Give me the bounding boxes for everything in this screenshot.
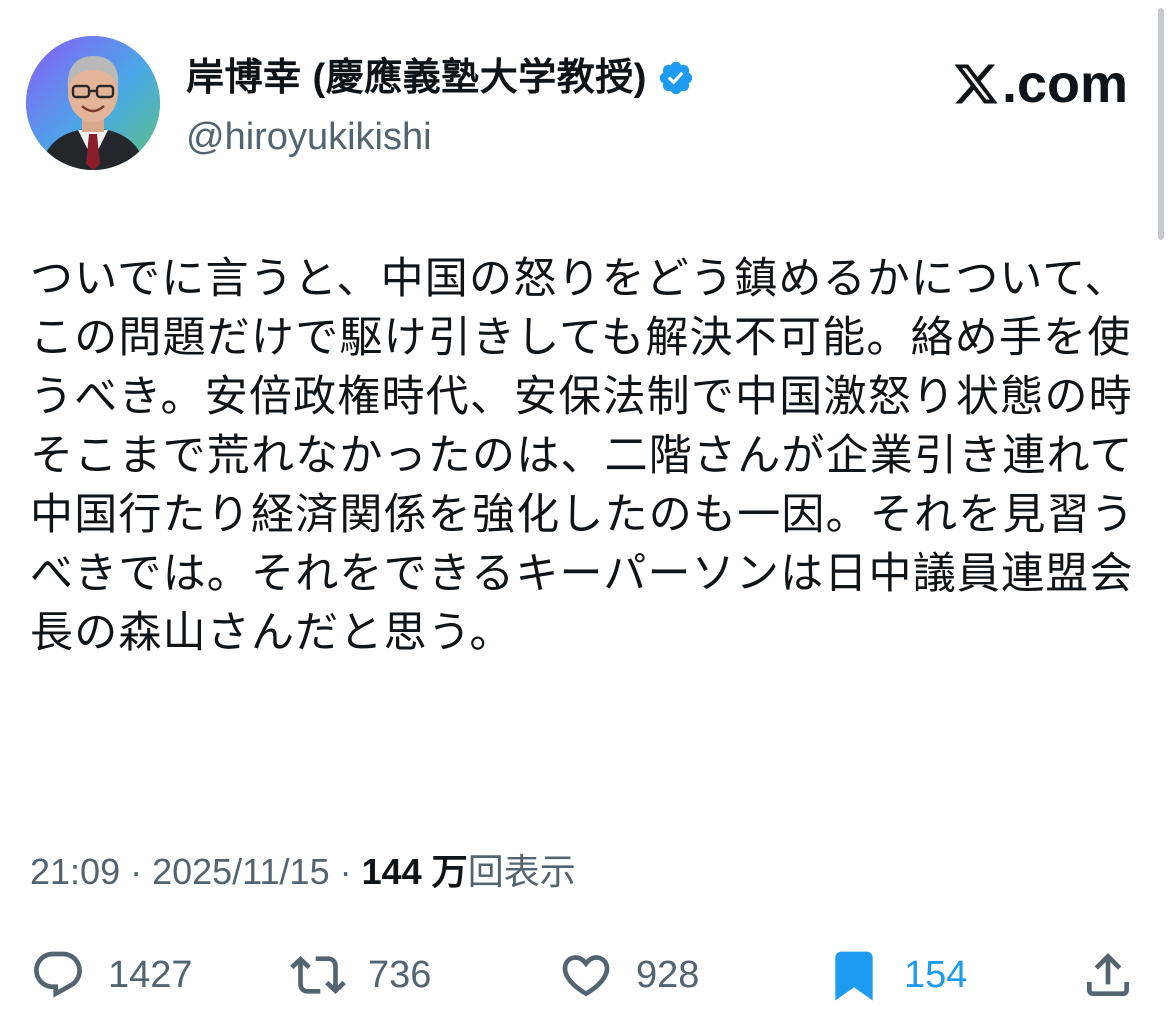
meta-separator: · <box>329 851 362 892</box>
views-label: 回表示 <box>467 851 576 892</box>
tweet-header: 岸博幸 (慶應義塾大学教授) @hiroyukikishi .com <box>26 36 1144 176</box>
like-count: 928 <box>636 954 700 996</box>
author-name-row: 岸博幸 (慶應義塾大学教授) <box>186 50 695 106</box>
author-display-name[interactable]: 岸博幸 (慶應義塾大学教授) <box>186 53 647 103</box>
tweet-time[interactable]: 21:09 <box>30 851 120 892</box>
x-logo-text: .com <box>1001 54 1128 114</box>
avatar[interactable] <box>26 36 160 170</box>
views-count: 144 万 <box>361 851 468 892</box>
avatar-portrait-icon <box>26 36 160 170</box>
bookmark-icon <box>835 951 873 1001</box>
reply-count: 1427 <box>108 954 193 996</box>
meta-separator: · <box>120 851 153 892</box>
tweet-text: ついでに言うと、中国の怒りをどう鎮めるかについて、この問題だけで駆け引きしても解… <box>30 255 1135 657</box>
reply-icon <box>34 951 82 998</box>
repost-icon <box>290 956 346 994</box>
bookmark-count: 154 <box>904 954 968 996</box>
like-button[interactable]: 928 <box>558 940 699 1010</box>
share-icon <box>1087 953 1129 996</box>
verified-badge-icon[interactable] <box>657 59 695 97</box>
scroll-indicator[interactable] <box>1158 8 1164 240</box>
repost-button[interactable]: 736 <box>290 940 431 1010</box>
bookmark-button[interactable]: 154 <box>826 940 967 1010</box>
tweet-date[interactable]: 2025/11/15 <box>152 851 330 892</box>
x-com-logo: .com <box>952 54 1128 114</box>
author-handle[interactable]: @hiroyukikishi <box>186 112 432 162</box>
x-logo-icon <box>954 64 998 104</box>
repost-count: 736 <box>368 954 432 996</box>
tweet-meta: 21:09 · 2025/11/15 · 144 万回表示 <box>30 848 576 896</box>
share-button[interactable] <box>1080 940 1136 1010</box>
reply-button[interactable]: 1427 <box>30 940 193 1010</box>
heart-icon <box>562 955 610 997</box>
tweet-actions: 1427 736 928 154 <box>30 940 1140 1010</box>
